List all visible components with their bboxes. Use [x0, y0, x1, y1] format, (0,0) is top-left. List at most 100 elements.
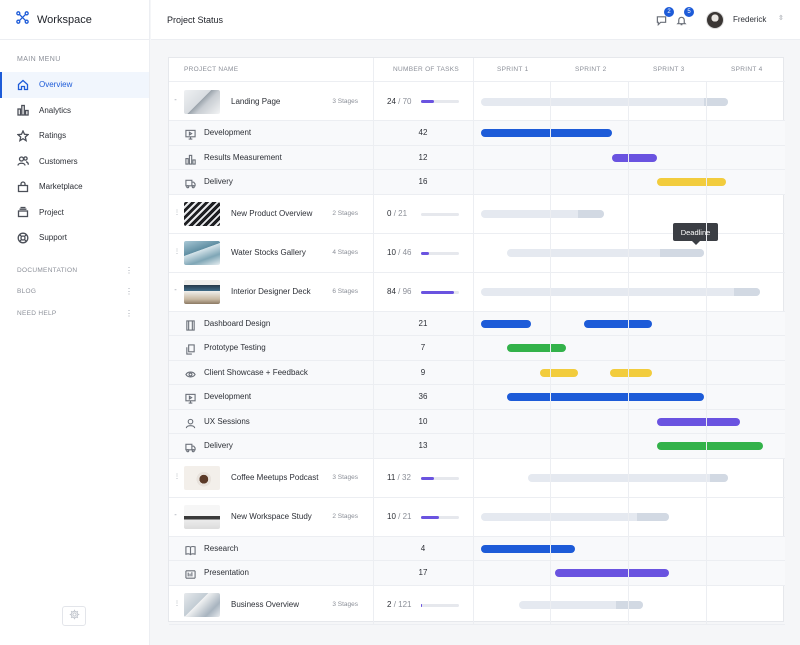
project-name[interactable]: New Product Overview — [231, 209, 312, 218]
task-name[interactable]: Development — [204, 128, 251, 137]
project-thumbnail[interactable] — [184, 89, 220, 114]
sidebar-section-need-help[interactable]: NEED HELP ⋮ — [0, 303, 149, 325]
task-timeline-bar[interactable] — [554, 569, 670, 578]
project-name[interactable]: Business Overview — [231, 600, 299, 609]
settings-button[interactable] — [62, 606, 86, 626]
task-name[interactable]: Client Showcase + Feedback — [204, 368, 308, 377]
task-row[interactable]: Results Measurement 12 — [169, 145, 785, 170]
sidebar-section-blog[interactable]: BLOG ⋮ — [0, 281, 149, 303]
task-row[interactable]: Development 42 — [169, 121, 785, 146]
task-row[interactable]: Client Showcase + Feedback 9 — [169, 360, 785, 385]
task-row[interactable]: Research 4 — [169, 536, 785, 561]
task-name[interactable]: UX Sessions — [204, 417, 250, 426]
project-thumbnail[interactable] — [184, 505, 220, 529]
task-timeline-bar[interactable] — [481, 319, 531, 328]
project-name[interactable]: Landing Page — [231, 97, 280, 106]
project-name[interactable]: New Workspace Study — [231, 512, 312, 521]
task-timeline-bar[interactable] — [657, 442, 764, 451]
column-sprint-3: SPRINT 3 — [653, 66, 685, 73]
project-thumbnail[interactable] — [184, 202, 220, 226]
project-stages: 3 Stages — [332, 97, 358, 105]
project-timeline-bar[interactable] — [519, 601, 643, 609]
project-thumbnail[interactable] — [184, 241, 220, 265]
brand[interactable]: Workspace — [0, 0, 149, 40]
sidebar-section-documentation[interactable]: DOCUMENTATION ⋮ — [0, 260, 149, 282]
user-name[interactable]: Frederick — [733, 15, 766, 24]
progress-bar — [421, 515, 459, 519]
sidebar-item-ratings[interactable]: Ratings — [0, 123, 149, 149]
task-timeline-bar[interactable] — [481, 129, 612, 138]
project-row[interactable]: ⁃ Interior Designer Deck 6 Stages 84 / 96 — [169, 273, 785, 312]
tasks-done: 24 — [387, 96, 396, 106]
messages-button[interactable]: 2 — [656, 7, 674, 27]
task-timeline-bar[interactable] — [481, 544, 576, 553]
task-timeline-bar[interactable] — [539, 368, 579, 377]
progress-fill — [421, 476, 434, 480]
project-name[interactable]: Water Stocks Gallery — [231, 248, 306, 257]
task-timeline-bar[interactable] — [507, 393, 705, 402]
project-timeline-bar[interactable] — [481, 210, 605, 218]
project-timeline-bar[interactable] — [507, 249, 705, 257]
task-name[interactable]: Prototype Testing — [204, 343, 266, 352]
chevron-updown-icon[interactable]: ⇳ — [778, 14, 784, 22]
project-row[interactable]: ⋮ Business Overview 3 Stages 2 / 121 — [169, 586, 785, 625]
drag-handle-icon[interactable]: ⋮ — [174, 248, 180, 255]
task-timeline-bar[interactable] — [583, 319, 652, 328]
task-timeline-bar[interactable] — [611, 153, 658, 162]
task-name[interactable]: Research — [204, 544, 238, 553]
task-row[interactable]: Delivery 13 — [169, 434, 785, 459]
sidebar-item-marketplace[interactable]: Marketplace — [0, 174, 149, 200]
column-project-name[interactable]: PROJECT NAME — [184, 66, 238, 73]
drag-handle-icon[interactable]: ⋮ — [174, 209, 180, 216]
task-timeline-bar[interactable] — [507, 344, 567, 353]
progress-fill — [421, 515, 440, 519]
task-name[interactable]: Presentation — [204, 568, 249, 577]
project-name[interactable]: Coffee Meetups Podcast — [231, 473, 318, 482]
task-row[interactable]: Dashboard Design 21 — [169, 311, 785, 336]
drag-handle-icon[interactable]: ⁃ — [174, 512, 177, 519]
project-thumbnail[interactable] — [184, 593, 220, 617]
main-menu-label: MAIN MENU — [17, 56, 61, 63]
project-timeline-bar[interactable] — [481, 513, 670, 521]
task-ratio: 10 / 46 — [387, 248, 411, 257]
project-thumbnail[interactable] — [184, 280, 220, 304]
project-timeline-bar[interactable] — [481, 97, 728, 106]
task-row[interactable]: UX Sessions 10 — [169, 409, 785, 434]
gear-icon — [69, 607, 80, 625]
drag-handle-icon[interactable]: ⋮ — [174, 473, 180, 480]
sidebar-item-project[interactable]: Project — [0, 200, 149, 226]
project-row[interactable]: ⁃ Landing Page 3 Stages 24 / 70 — [169, 82, 785, 121]
project-timeline-bar[interactable] — [481, 288, 761, 296]
sidebar-item-support[interactable]: Support — [0, 225, 149, 251]
project-name[interactable]: Interior Designer Deck — [231, 287, 311, 296]
task-name[interactable]: Results Measurement — [204, 153, 282, 162]
avatar[interactable] — [706, 11, 724, 29]
project-row[interactable]: ⋮ Coffee Meetups Podcast 3 Stages 11 / 32 — [169, 459, 785, 498]
column-number-of-tasks[interactable]: NUMBER OF TASKS — [393, 66, 459, 73]
task-timeline-bar[interactable] — [657, 417, 740, 426]
task-name[interactable]: Development — [204, 392, 251, 401]
notifications-button[interactable]: 5 — [676, 7, 694, 26]
sidebar-item-overview[interactable]: Overview — [0, 72, 149, 98]
task-row[interactable]: Presentation 17 — [169, 561, 785, 586]
drag-handle-icon[interactable]: ⁃ — [174, 97, 177, 104]
project-row[interactable]: ⁃ New Workspace Study 2 Stages 10 / 21 — [169, 498, 785, 537]
grid-divider — [373, 58, 374, 625]
project-thumbnail[interactable] — [184, 466, 220, 490]
sidebar-item-analytics[interactable]: Analytics — [0, 98, 149, 124]
task-name[interactable]: Dashboard Design — [204, 319, 270, 328]
drag-handle-icon[interactable]: ⁃ — [174, 287, 177, 294]
sidebar-item-customers[interactable]: Customers — [0, 149, 149, 175]
task-timeline-bar[interactable] — [657, 178, 727, 187]
progress-bar — [421, 290, 459, 294]
drag-handle-icon[interactable]: ⋮ — [174, 600, 180, 607]
task-name[interactable]: Delivery — [204, 441, 233, 450]
task-timeline-bar[interactable] — [610, 368, 652, 377]
task-name[interactable]: Delivery — [204, 177, 233, 186]
task-row[interactable]: Development 36 — [169, 385, 785, 410]
task-row[interactable]: Prototype Testing 7 — [169, 336, 785, 361]
user-icon — [185, 416, 197, 429]
task-ratio: 0 / 21 — [387, 209, 407, 218]
task-row[interactable]: Delivery 16 — [169, 170, 785, 195]
workspace-logo-icon — [16, 10, 29, 29]
